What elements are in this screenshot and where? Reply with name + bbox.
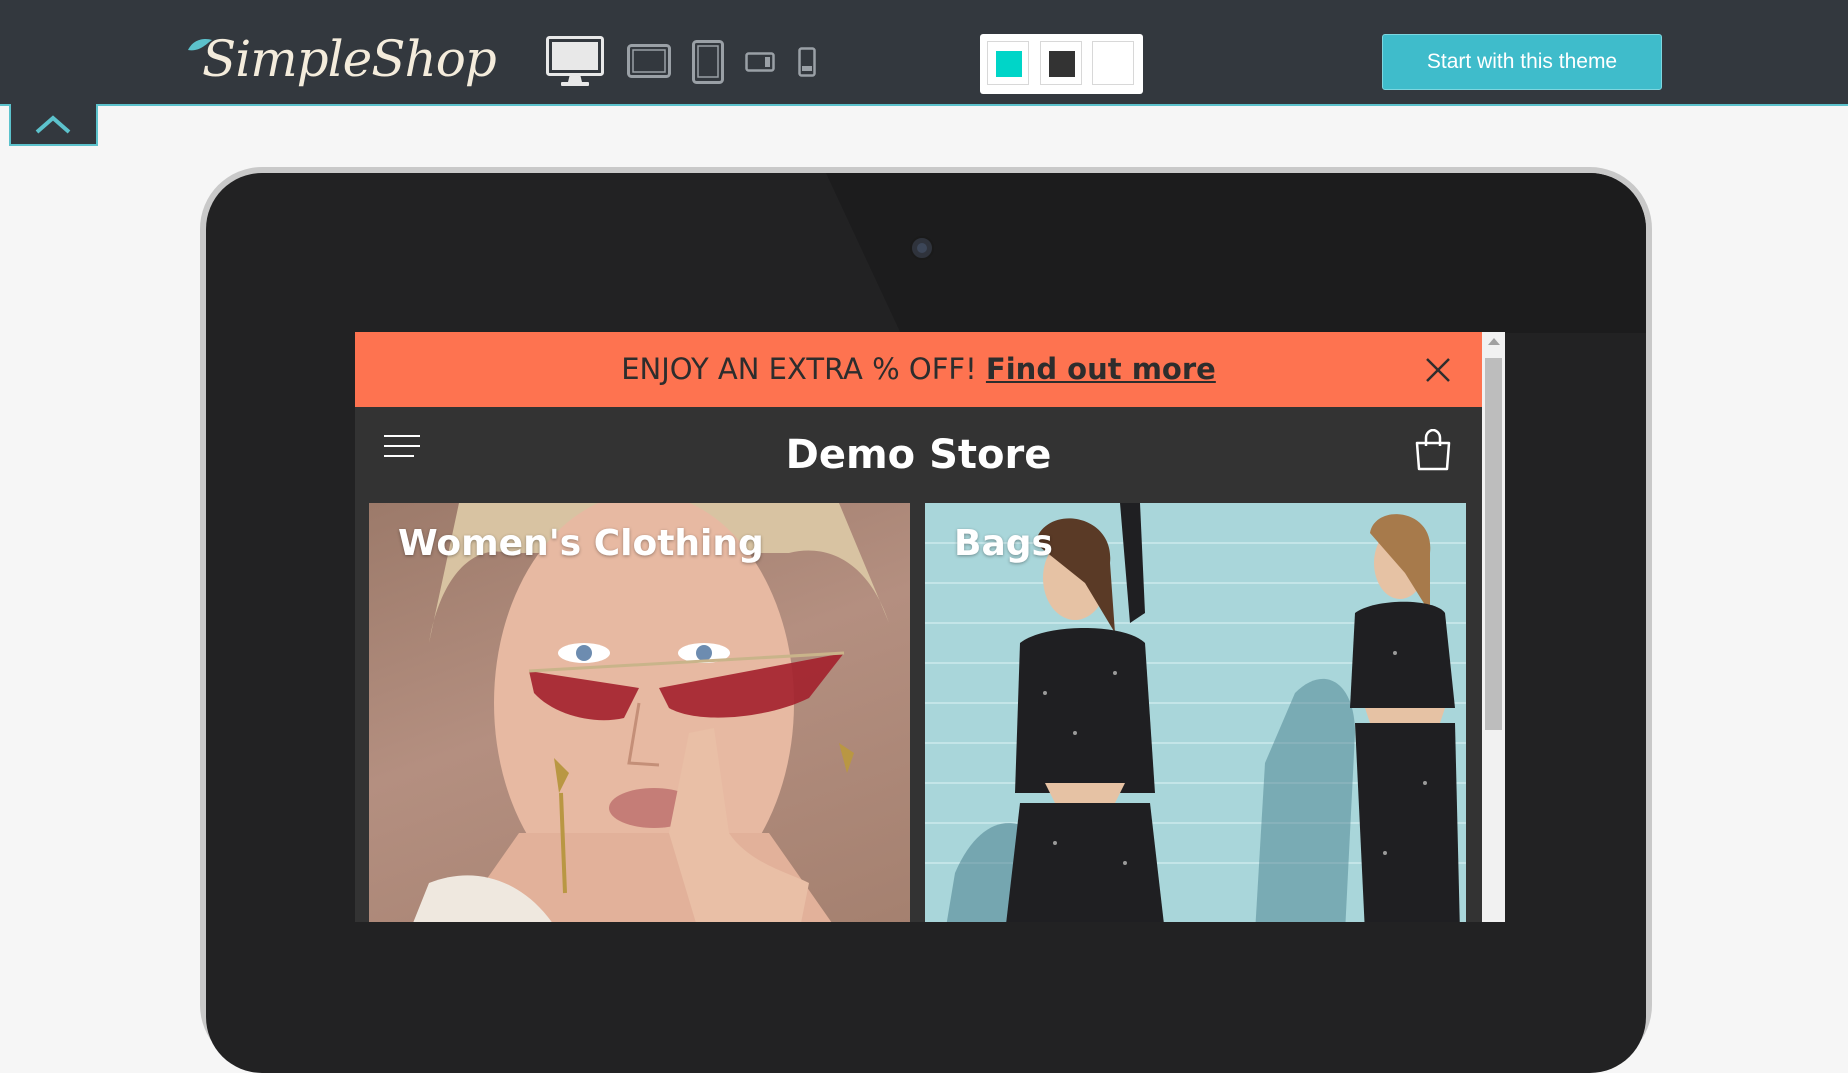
phone-icon [798,47,816,77]
collection-tile-bags[interactable]: Bags [925,503,1466,922]
simpleshop-logo[interactable]: SimpleShop [188,14,497,104]
tablet-glare [826,173,1646,333]
start-with-theme-button[interactable]: Start with this theme [1382,34,1662,90]
preview-toolbar: SimpleShop Start with this theme [0,0,1848,106]
color-scheme-picker [980,34,1143,94]
phone-view-button[interactable] [798,47,816,82]
laptop-view-button[interactable] [627,44,671,83]
promo-link[interactable]: Find out more [986,352,1216,386]
leaf-icon [188,39,212,51]
desktop-view-button[interactable] [546,36,604,93]
preview-scrollbar[interactable] [1482,332,1505,922]
tablet-view-button[interactable] [692,40,724,89]
tablet-landscape-icon [745,52,775,72]
swatch-teal-fill [996,51,1022,77]
store-header: Demo Store [355,407,1482,502]
collection-tile-womens-clothing[interactable]: Women's Clothing [369,503,910,922]
phone-landscape-view-button[interactable] [745,52,775,77]
store-preview-screen: ENJOY AN EXTRA % OFF! Find out more Demo… [355,332,1505,922]
collection-label-womens-clothing: Women's Clothing [398,523,764,564]
collapse-toolbar-button[interactable] [9,104,98,146]
store-title[interactable]: Demo Store [355,425,1482,485]
bags-photo [925,503,1466,922]
chevron-up-icon [35,115,71,134]
tablet-icon [692,40,724,84]
promo-text: ENJOY AN EXTRA % OFF! [621,352,977,386]
swatch-teal[interactable] [987,41,1029,85]
close-icon[interactable] [1424,356,1452,384]
collection-label-bags: Bags [954,523,1053,564]
camera-icon [910,236,934,260]
swatch-dark-fill [1049,51,1075,77]
desktop-icon [546,36,604,86]
womens-clothing-photo [413,503,889,922]
laptop-icon [627,44,671,78]
scroll-thumb[interactable] [1485,358,1502,730]
swatch-dark[interactable] [1040,41,1082,85]
promo-banner: ENJOY AN EXTRA % OFF! Find out more [355,332,1482,407]
swatch-white-fill [1101,51,1127,77]
scroll-up-arrow-icon[interactable] [1488,338,1500,345]
swatch-white[interactable] [1092,41,1134,85]
shopping-bag-icon[interactable] [1414,429,1452,471]
